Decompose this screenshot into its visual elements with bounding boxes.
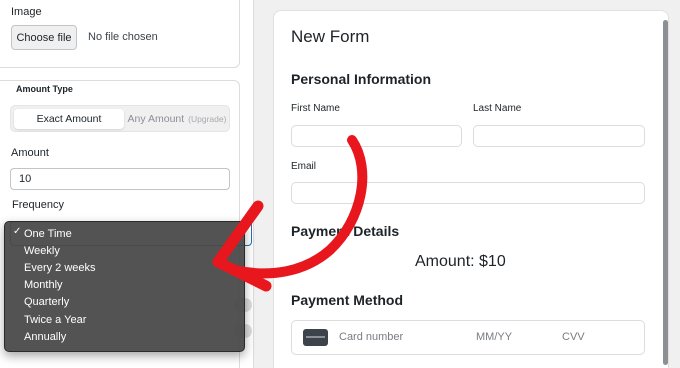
frequency-option-annually[interactable]: Annually (5, 328, 244, 345)
frequency-option-weekly[interactable]: Weekly (5, 242, 244, 259)
option-label: Quarterly (24, 296, 70, 309)
frequency-option-twice-a-year[interactable]: Twice a Year (5, 311, 244, 328)
payment-method-heading: Payment Method (291, 292, 404, 308)
form-title: New Form (291, 27, 370, 46)
frequency-option-every-2-weeks[interactable]: Every 2 weeks (5, 259, 244, 276)
option-label: One Time (24, 227, 72, 240)
email-label: Email (291, 161, 317, 172)
amount-display: Amount: $10 (415, 253, 506, 270)
amount-label: Amount (11, 147, 49, 159)
any-amount-label: Any Amount (127, 113, 185, 125)
expiry-placeholder: MM/YY (476, 331, 513, 343)
checkmark-icon: ✓ (13, 226, 22, 237)
last-name-field[interactable] (473, 125, 645, 147)
amount-input[interactable]: 10 (10, 168, 230, 190)
preview-scrollbar[interactable] (663, 20, 668, 365)
credit-card-icon (303, 329, 328, 346)
any-amount-option[interactable]: Any Amount (Upgrade) (125, 109, 229, 129)
amount-type-segmented-control: Exact Amount Any Amount (Upgrade) (10, 105, 230, 132)
choose-file-button[interactable]: Choose file (11, 25, 77, 50)
first-name-field[interactable] (291, 125, 462, 147)
frequency-dropdown-menu: ✓ One Time Weekly Every 2 weeks Monthly … (4, 221, 245, 352)
last-name-label: Last Name (473, 103, 522, 114)
payment-details-heading: Payment Details (291, 223, 400, 239)
image-field-label: Image (11, 6, 42, 18)
option-label: Annually (24, 330, 67, 343)
personal-info-heading: Personal Information (291, 71, 432, 87)
frequency-option-one-time[interactable]: ✓ One Time (5, 225, 244, 242)
no-file-chosen-text: No file chosen (88, 31, 158, 43)
cvv-placeholder: CVV (562, 331, 585, 343)
exact-amount-option[interactable]: Exact Amount (14, 109, 124, 129)
card-number-placeholder: Card number (339, 331, 404, 343)
upgrade-tag: (Upgrade) (188, 114, 227, 124)
email-field[interactable] (291, 182, 645, 204)
option-label: Monthly (24, 279, 63, 292)
option-label: Twice a Year (24, 313, 87, 326)
option-label: Every 2 weeks (24, 261, 96, 274)
first-name-label: First Name (291, 103, 340, 114)
amount-type-label: Amount Type (16, 84, 73, 94)
option-label: Weekly (24, 244, 60, 257)
frequency-label: Frequency (12, 199, 64, 211)
frequency-option-quarterly[interactable]: Quarterly (5, 294, 244, 311)
frequency-option-monthly[interactable]: Monthly (5, 277, 244, 294)
